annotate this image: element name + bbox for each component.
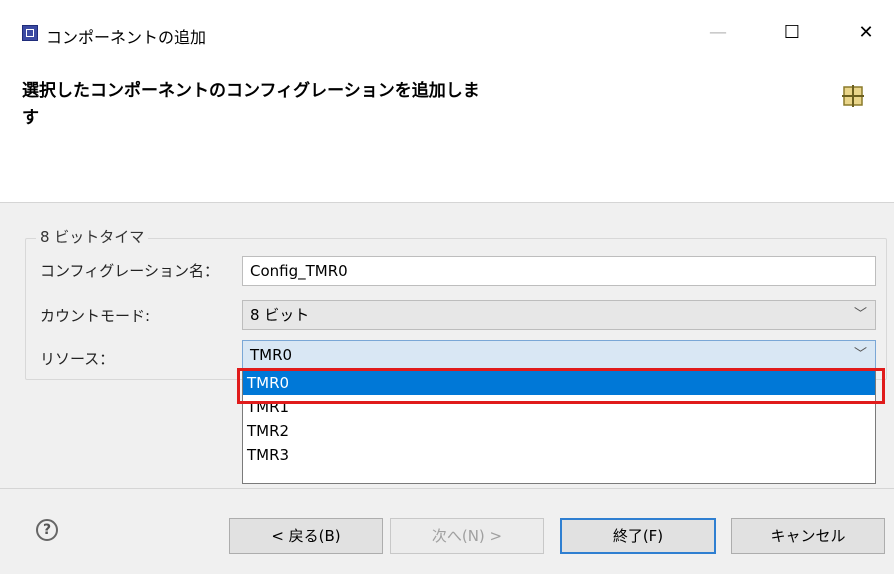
count-mode-select[interactable]: 8 ビット ﹀ bbox=[242, 300, 876, 330]
next-button[interactable]: 次へ(N) > bbox=[390, 518, 544, 554]
component-grid-icon bbox=[842, 85, 864, 107]
resource-select[interactable]: TMR0 ﹀ bbox=[242, 340, 876, 370]
page-title: 選択したコンポーネントのコンフィグレーションを追加します bbox=[22, 81, 480, 128]
maximize-button[interactable]: ☐ bbox=[777, 20, 807, 46]
option-tmr2[interactable]: TMR2 bbox=[243, 419, 875, 443]
config-name-input[interactable]: Config_TMR0 bbox=[242, 256, 876, 286]
config-name-value: Config_TMR0 bbox=[250, 262, 348, 280]
option-tmr3[interactable]: TMR3 bbox=[243, 443, 875, 467]
window-title: コンポーネントの追加 bbox=[46, 28, 207, 47]
cancel-button[interactable]: キャンセル bbox=[731, 518, 885, 554]
selection-highlight-box bbox=[237, 368, 885, 404]
chevron-down-icon: ﹀ bbox=[853, 347, 867, 362]
finish-button[interactable]: 終了(F) bbox=[560, 518, 716, 554]
count-mode-value: 8 ビット bbox=[250, 306, 310, 324]
back-button[interactable]: < 戻る(B) bbox=[229, 518, 383, 554]
count-mode-label: カウントモード: bbox=[40, 307, 151, 325]
chevron-down-icon: ﹀ bbox=[853, 307, 867, 322]
help-icon[interactable]: ? bbox=[36, 519, 58, 541]
app-chip-icon bbox=[22, 25, 38, 41]
minimize-button[interactable]: — bbox=[703, 20, 733, 46]
resource-label: リソース： bbox=[40, 350, 115, 368]
group-label: 8 ビットタイマ bbox=[36, 226, 149, 247]
resource-value: TMR0 bbox=[250, 346, 293, 364]
config-name-label: コンフィグレーション名： bbox=[40, 262, 219, 280]
close-button[interactable]: ✕ bbox=[851, 20, 881, 46]
